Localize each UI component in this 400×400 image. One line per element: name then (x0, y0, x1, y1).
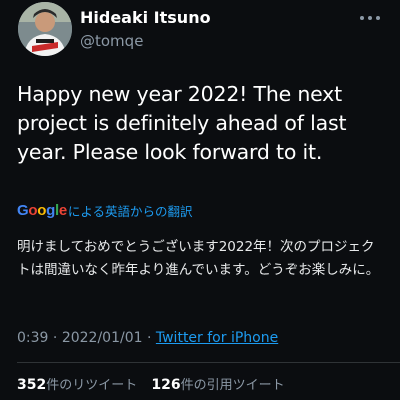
more-dot (376, 16, 380, 20)
quotes-count: 126 (151, 377, 181, 393)
tweet-text: Happy new year 2022! The next project is… (17, 82, 347, 164)
display-name[interactable]: Hideaki Itsuno (80, 8, 211, 28)
avatar-photo (18, 2, 72, 56)
tweet-detail: Hideaki Itsuno @tomqe Happy new year 202… (0, 0, 400, 400)
more-options-icon[interactable] (360, 8, 380, 28)
retweets-count: 352 (17, 377, 47, 393)
tweet-date[interactable]: 2022/01/01 (62, 330, 143, 346)
more-dot (368, 16, 372, 20)
retweets-label: 件のリツイート (46, 378, 138, 393)
user-handle[interactable]: @tomqe (80, 31, 211, 51)
quote-tweets-stat[interactable]: 126件の引用ツイート (151, 374, 284, 393)
tweet-stats: 352件のリツイート 126件の引用ツイート (17, 374, 295, 393)
meta-separator: · (52, 330, 62, 346)
translated-text: 明けましておめでとうございます2022年！次のプロジェクトは間違いなく昨年より進… (17, 239, 380, 278)
quotes-label: 件の引用ツイート (180, 378, 285, 393)
retweets-stat[interactable]: 352件のリツイート (17, 374, 137, 393)
translate-label: による英語からの翻訳 (67, 204, 193, 219)
divider (17, 362, 400, 363)
avatar[interactable] (18, 2, 72, 56)
meta-separator: · (146, 330, 156, 346)
tweet-time[interactable]: 0:39 (17, 330, 48, 346)
author-info: Hideaki Itsuno @tomqe (80, 8, 211, 51)
google-logo: Google (17, 202, 67, 219)
tweet-meta: 0:39 · 2022/01/01 · Twitter for iPhone (17, 330, 278, 346)
more-dot (360, 16, 364, 20)
tweet-source-link[interactable]: Twitter for iPhone (156, 330, 278, 346)
translate-link[interactable]: Google による英語からの翻訳 (17, 201, 193, 220)
